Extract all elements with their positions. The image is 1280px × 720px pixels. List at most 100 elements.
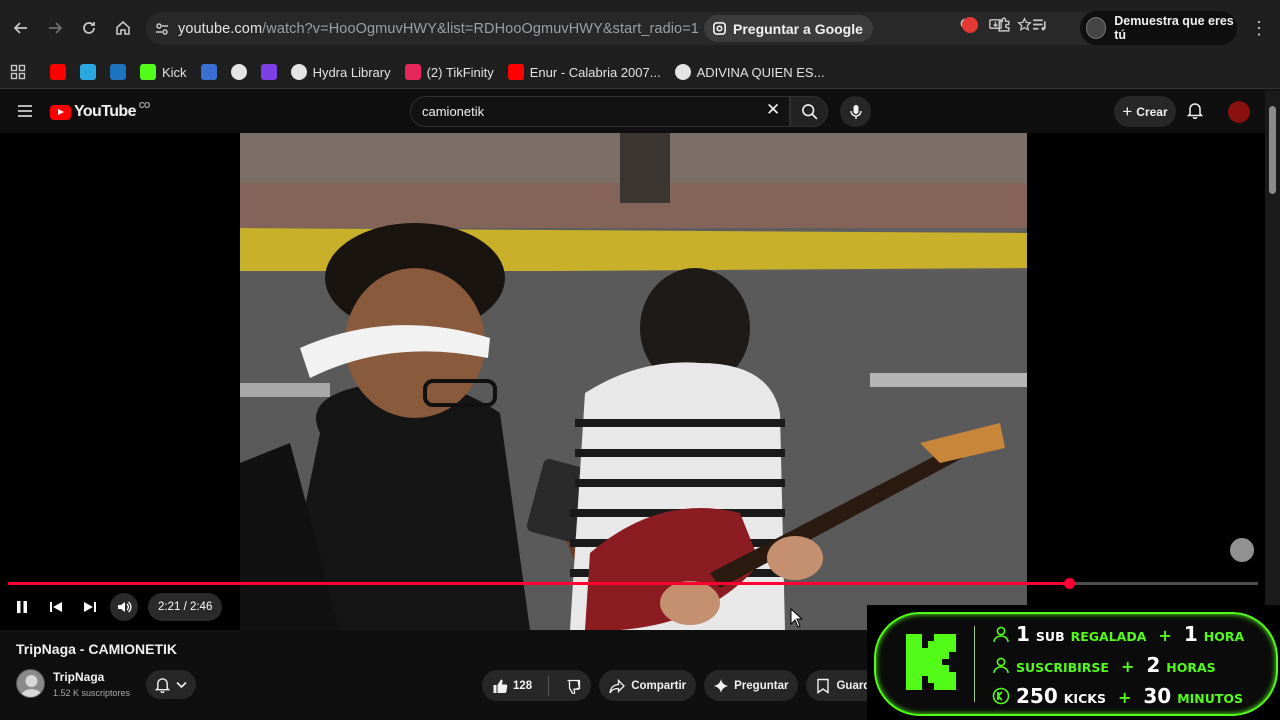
- sparkle-icon: [714, 678, 729, 693]
- video-title: TripNaga - CAMIONETIK: [16, 641, 178, 657]
- profile-label: Demuestra que eres tú: [1114, 14, 1234, 42]
- plus-sign: +: [1120, 657, 1135, 676]
- share-icon: [609, 678, 626, 693]
- subscribe-word: SUSCRIBIRSE: [1016, 660, 1109, 675]
- url-text: youtube.com/watch?v=HooOgmuvHWY&list=RDH…: [178, 20, 699, 37]
- thumbs-down-icon: [567, 679, 581, 694]
- bookmark-item[interactable]: [230, 64, 247, 80]
- kick-divider: [974, 626, 975, 702]
- home-icon[interactable]: [106, 11, 140, 45]
- search-button[interactable]: [790, 96, 828, 127]
- previous-icon: [50, 602, 62, 612]
- globe-icon: [674, 64, 691, 80]
- volume-button[interactable]: [110, 593, 138, 621]
- youtube-play-icon: [50, 104, 71, 120]
- share-button[interactable]: Compartir: [599, 670, 697, 701]
- ask-google-icon: [713, 22, 726, 35]
- video-frame[interactable]: [240, 133, 1027, 630]
- subscription-notifications-button[interactable]: [146, 670, 196, 699]
- progress-fill: [8, 582, 1070, 585]
- kick-icon: [140, 64, 156, 80]
- youtube-logo[interactable]: YouTube CO: [50, 101, 150, 121]
- extension-red-icon[interactable]: [962, 16, 978, 33]
- bookmark-item[interactable]: Kick: [140, 64, 187, 80]
- clear-search-icon[interactable]: ✕: [766, 100, 780, 120]
- like-divider: [548, 675, 550, 696]
- bookmark-item[interactable]: [110, 64, 126, 80]
- browser-menu-icon[interactable]: ⋮: [1250, 18, 1268, 39]
- player-controls: 2:21 / 2:46: [8, 593, 223, 621]
- bookmark-item[interactable]: Hydra Library: [290, 64, 391, 80]
- plus-sign: +: [1117, 688, 1132, 707]
- bookmark-label: Enur - Calabria 2007...: [529, 64, 661, 80]
- channel-avatar[interactable]: [16, 669, 45, 698]
- row3-unit: MINUTOS: [1177, 691, 1244, 706]
- reload-icon[interactable]: [72, 11, 106, 45]
- bookmark-item[interactable]: [260, 64, 277, 80]
- gifted-word: REGALADA: [1070, 629, 1147, 644]
- thumbs-up-icon: [493, 679, 508, 693]
- site-settings-icon[interactable]: [146, 21, 178, 37]
- kick-logo-icon: [906, 634, 956, 690]
- channel-watermark-icon[interactable]: [1230, 538, 1254, 562]
- bookmark-item[interactable]: (2) TikFinity: [404, 64, 494, 80]
- notifications-bell-icon[interactable]: [1187, 102, 1203, 119]
- profile-avatar: [1086, 17, 1107, 39]
- kicks-word: KICKS: [1063, 691, 1106, 706]
- dislike-button[interactable]: [555, 670, 591, 701]
- bookmark-item[interactable]: [80, 64, 96, 80]
- ask-button[interactable]: Preguntar: [704, 670, 799, 701]
- ask-google-label: Preguntar a Google: [733, 20, 863, 37]
- bookmark-item[interactable]: [50, 64, 66, 80]
- channel-name[interactable]: TripNaga: [53, 670, 104, 684]
- plus-sign: +: [1158, 626, 1172, 645]
- scrollbar-thumb[interactable]: [1269, 106, 1276, 194]
- row3-amount: 30: [1143, 684, 1172, 708]
- bookmark-label: ADIVINA QUIEN ES...: [696, 64, 825, 80]
- like-count: 128: [513, 679, 533, 692]
- user-icon: [993, 626, 1009, 643]
- bookmark-label: (2) TikFinity: [426, 64, 494, 80]
- ask-label: Preguntar: [734, 679, 789, 692]
- user-icon: [993, 657, 1009, 674]
- hydra-icon: [290, 64, 307, 80]
- like-dislike-group: 128: [482, 670, 592, 701]
- create-label: Crear: [1136, 104, 1168, 119]
- next-button[interactable]: [76, 593, 104, 621]
- progress-bar[interactable]: [8, 578, 1258, 589]
- time-display: 2:21 / 2:46: [148, 593, 223, 621]
- apps-grid-icon[interactable]: [10, 64, 26, 80]
- share-label: Compartir: [631, 679, 687, 692]
- bookmark-item[interactable]: [200, 64, 217, 80]
- create-button[interactable]: + Crear: [1114, 96, 1176, 127]
- hamburger-menu-icon[interactable]: [17, 104, 33, 118]
- extensions-area: [962, 16, 1048, 33]
- kick-row-subscribe: SUSCRIBIRSE + 2 HORAS: [992, 653, 1216, 677]
- extensions-puzzle-icon[interactable]: [996, 16, 1013, 33]
- pause-button[interactable]: [8, 593, 36, 621]
- kick-row-kicks: 250 KICKS + 30 MINUTOS: [992, 684, 1243, 708]
- bookmark-item[interactable]: ADIVINA QUIEN ES...: [674, 64, 825, 80]
- bookmark-icon: [817, 678, 830, 694]
- voice-search-button[interactable]: [840, 96, 871, 127]
- youtube-header: YouTube CO camionetik ✕ + Crear: [0, 90, 1265, 133]
- like-button[interactable]: 128: [482, 670, 542, 701]
- media-controls-icon[interactable]: [1031, 16, 1048, 33]
- video-player[interactable]: [0, 133, 1265, 630]
- kicks-count: 250: [1016, 684, 1058, 708]
- youtube-logo-text: YouTube: [74, 103, 136, 120]
- bookmark-label: Kick: [162, 64, 187, 80]
- bookmark-item[interactable]: Enur - Calabria 2007...: [507, 64, 661, 80]
- forward-icon[interactable]: [38, 11, 72, 45]
- sub-count: 1: [1016, 622, 1030, 646]
- microphone-icon: [849, 104, 862, 119]
- youtube-icon: [50, 64, 66, 80]
- video-actions: 128 Compartir Preguntar Guardar: [482, 670, 931, 701]
- tikfinity-icon: [404, 64, 421, 80]
- search-input[interactable]: camionetik: [410, 96, 790, 127]
- ask-google-button[interactable]: Preguntar a Google: [704, 15, 873, 42]
- account-avatar[interactable]: [1228, 101, 1250, 123]
- previous-button[interactable]: [42, 593, 70, 621]
- back-icon[interactable]: [4, 11, 38, 45]
- profile-button[interactable]: Demuestra que eres tú: [1080, 11, 1237, 45]
